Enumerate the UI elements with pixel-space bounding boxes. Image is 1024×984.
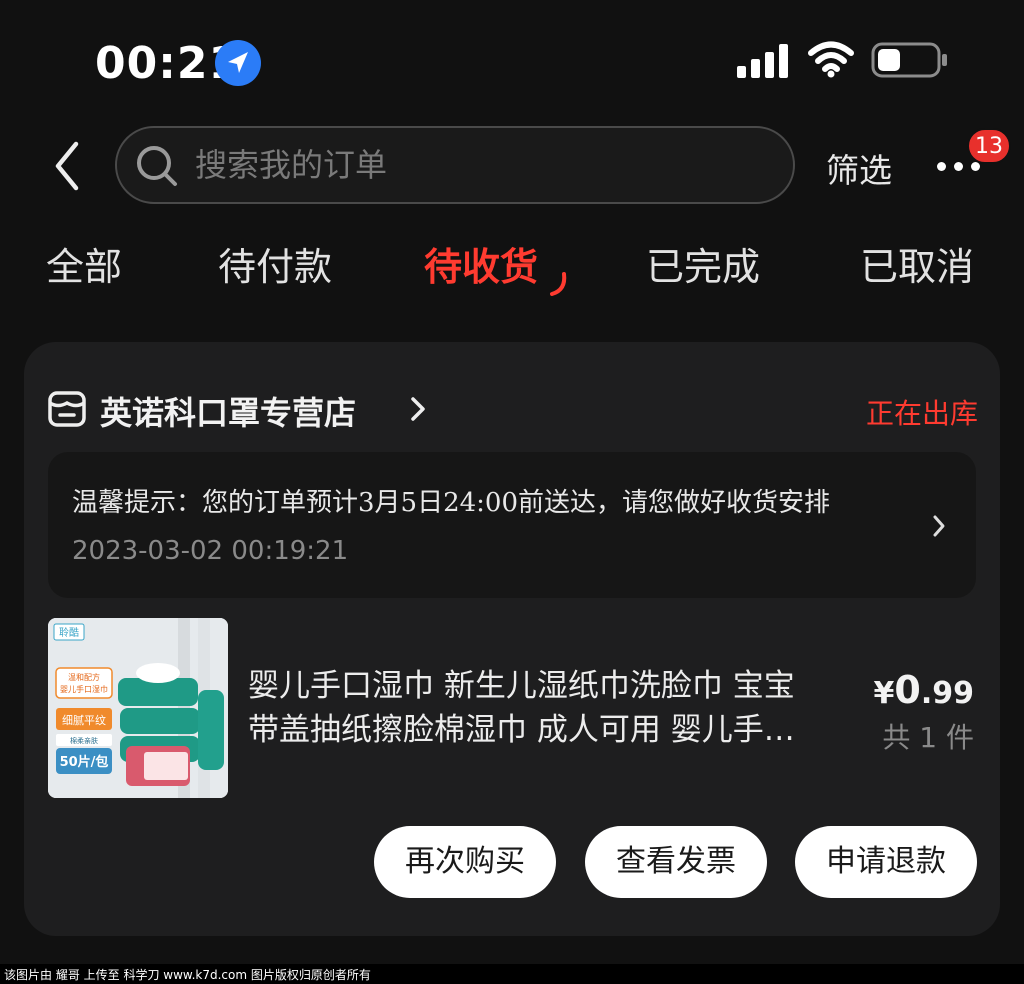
order-actions: 再次购买 查看发票 申请退款	[24, 826, 1000, 898]
image-brand: 聆酷	[59, 626, 79, 639]
notification-badge: 13	[967, 128, 1011, 164]
product-title[interactable]: 婴儿手口湿巾 新生儿湿纸巾洗脸巾 宝宝 带盖抽纸擦脸棉湿巾 成人可用 婴儿手…	[248, 664, 858, 752]
product-title-line-1: 婴儿手口湿巾 新生儿湿纸巾洗脸巾 宝宝	[248, 668, 795, 704]
location-icon	[215, 40, 261, 86]
status-bar: 00:21	[0, 0, 1024, 110]
header: 筛选 13	[0, 120, 1024, 210]
tip-text: 温馨提示：您的订单预计3月5日24:00前送达，请您做好收货安排	[72, 488, 831, 518]
tab-cancelled[interactable]: 已取消	[860, 236, 974, 291]
product-price: ¥0.99	[874, 668, 974, 712]
product-title-line-2: 带盖抽纸擦脸棉湿巾 成人可用 婴儿手…	[248, 712, 795, 748]
view-invoice-button[interactable]: 查看发票	[585, 826, 767, 898]
search-icon	[135, 144, 179, 188]
delivery-tip[interactable]: 温馨提示：您的订单预计3月5日24:00前送达，请您做好收货安排 2023-03…	[48, 452, 976, 598]
watermark-text: 该图片由 耀哥 上传至 科学刀 www.k7d.com 图片版权归原创者所有	[4, 968, 371, 982]
tab-all[interactable]: 全部	[46, 236, 122, 291]
tab-pending-receipt[interactable]: 待收货	[424, 236, 538, 291]
signal-icon	[737, 44, 791, 78]
tab-completed[interactable]: 已完成	[646, 236, 760, 291]
price-decimal: .99	[920, 676, 974, 711]
store-row[interactable]: 英诺科口罩专营店 正在出库	[48, 388, 978, 432]
wifi-icon	[808, 40, 854, 78]
store-name[interactable]: 英诺科口罩专营店	[100, 388, 356, 434]
search-box[interactable]	[115, 126, 795, 204]
chevron-right-icon	[932, 514, 946, 538]
image-feature: 细腻平纹	[62, 713, 106, 727]
order-tabs: 全部 待付款 待收货 已完成 已取消	[0, 236, 1024, 306]
order-status: 正在出库	[865, 397, 978, 430]
watermark-bar: 该图片由 耀哥 上传至 科学刀 www.k7d.com 图片版权归原创者所有	[0, 964, 1024, 984]
active-tab-indicator	[548, 270, 570, 300]
price-integer: 0	[894, 668, 921, 712]
product-quantity: 共 1 件	[882, 721, 974, 754]
buy-again-button[interactable]: 再次购买	[374, 826, 556, 898]
image-line2: 婴儿手口湿巾	[60, 684, 108, 694]
request-refund-button[interactable]: 申请退款	[795, 826, 977, 898]
chevron-right-icon	[408, 394, 428, 424]
search-input[interactable]	[195, 138, 775, 192]
store-icon	[48, 390, 86, 428]
filter-button[interactable]: 筛选	[826, 144, 892, 192]
image-sub: 棉柔亲肤	[70, 736, 98, 745]
product-image[interactable]: 聆酷 温和配方 婴儿手口湿巾 细腻平纹 棉柔亲肤 50片/包	[48, 618, 228, 798]
image-count: 50片/包	[60, 754, 109, 770]
chevron-left-icon[interactable]	[50, 138, 86, 194]
order-card: 英诺科口罩专营店 正在出库 温馨提示：您的订单预计3月5日24:00前送达，请您…	[24, 342, 1000, 936]
battery-icon	[871, 42, 949, 78]
more-button[interactable]: 13	[935, 128, 1011, 180]
tab-pending-payment[interactable]: 待付款	[218, 236, 332, 291]
price-symbol: ¥	[873, 676, 895, 711]
tip-timestamp: 2023-03-02 00:19:21	[72, 536, 349, 566]
image-line1: 温和配方	[68, 672, 100, 682]
